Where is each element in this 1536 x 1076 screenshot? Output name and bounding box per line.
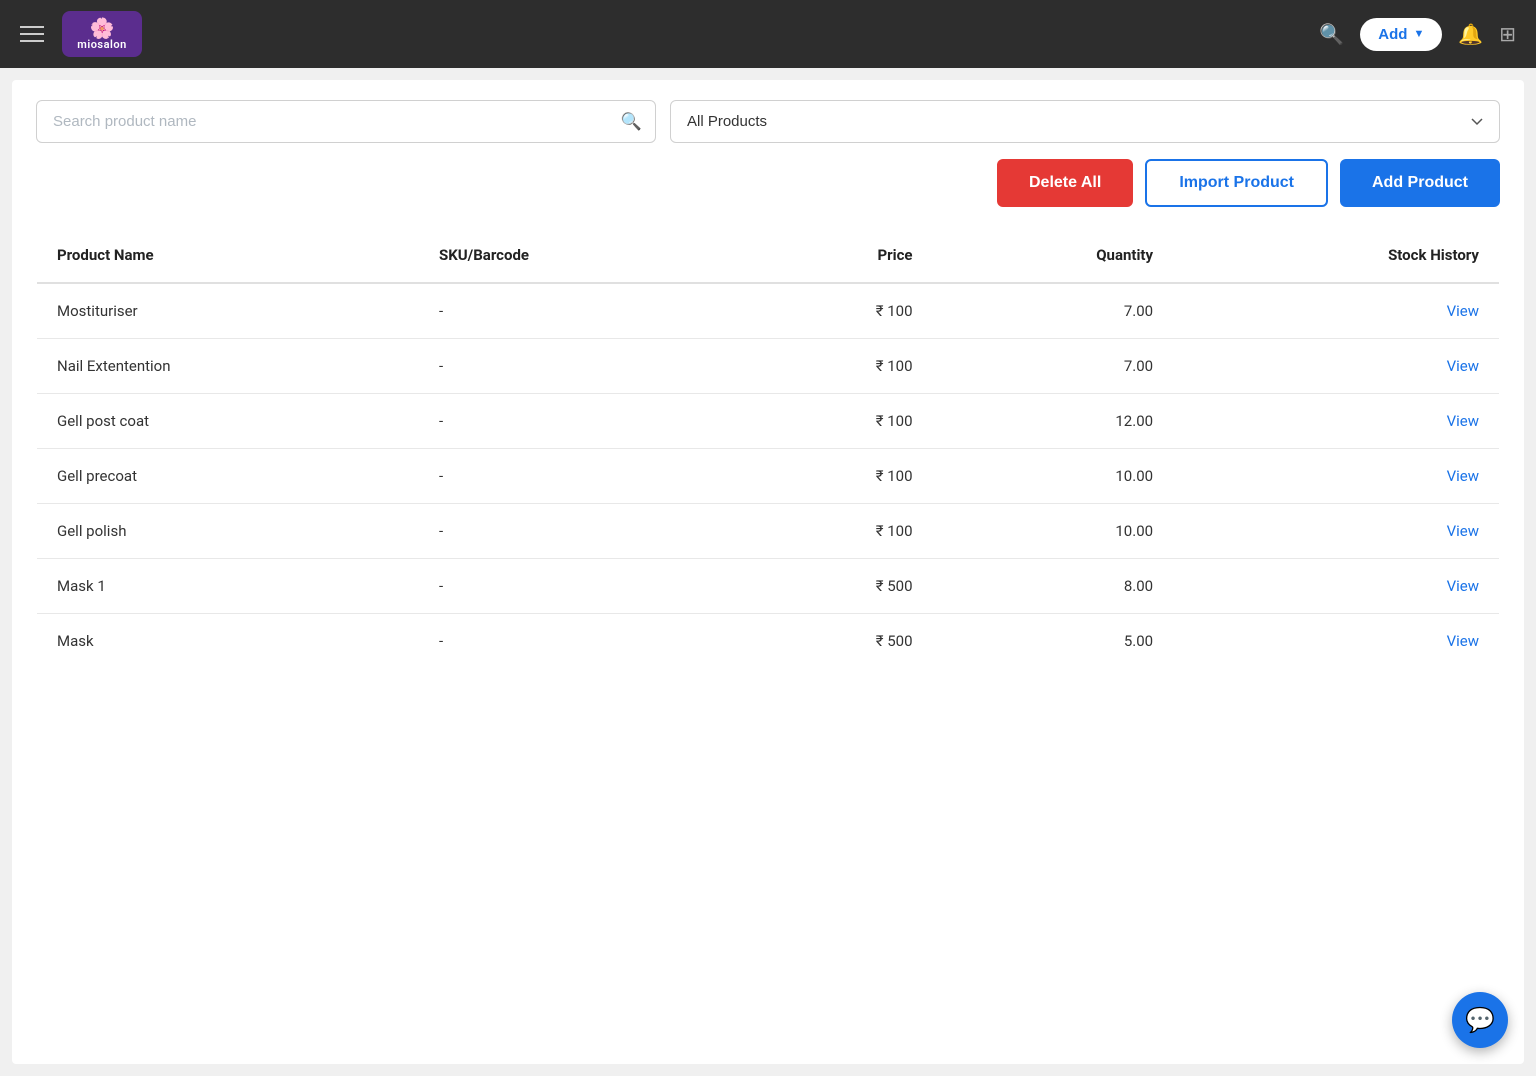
cell-sku: -	[419, 559, 742, 614]
cell-stock-history: View	[1173, 559, 1499, 614]
cell-quantity: 7.00	[933, 339, 1174, 394]
cell-product-name: Nail Extentention	[37, 339, 420, 394]
view-stock-link[interactable]: View	[1447, 522, 1479, 540]
table-row: Gell post coat - ₹ 100 12.00 View	[37, 394, 1500, 449]
cell-stock-history: View	[1173, 283, 1499, 339]
view-stock-link[interactable]: View	[1447, 302, 1479, 320]
cell-product-name: Gell post coat	[37, 394, 420, 449]
cell-stock-history: View	[1173, 339, 1499, 394]
cell-sku: -	[419, 394, 742, 449]
header: 🌸 miosalon 🔍 Add ▼ 🔔 ⊞	[0, 0, 1536, 68]
cell-quantity: 8.00	[933, 559, 1174, 614]
view-stock-link[interactable]: View	[1447, 412, 1479, 430]
logo-text: miosalon	[77, 38, 126, 51]
table-body: Mostituriser - ₹ 100 7.00 View Nail Exte…	[37, 283, 1500, 669]
cell-sku: -	[419, 449, 742, 504]
view-stock-link[interactable]: View	[1447, 632, 1479, 650]
logo-icon: 🌸	[90, 18, 115, 38]
cell-stock-history: View	[1173, 614, 1499, 669]
cell-sku: -	[419, 504, 742, 559]
cell-quantity: 12.00	[933, 394, 1174, 449]
search-input[interactable]	[36, 100, 656, 143]
add-product-button[interactable]: Add Product	[1340, 159, 1500, 207]
header-add-label: Add	[1378, 26, 1407, 43]
cell-quantity: 5.00	[933, 614, 1174, 669]
table-row: Gell polish - ₹ 100 10.00 View	[37, 504, 1500, 559]
chevron-down-icon: ▼	[1413, 28, 1424, 40]
grid-icon[interactable]: ⊞	[1499, 22, 1516, 46]
cell-stock-history: View	[1173, 504, 1499, 559]
search-icon: 🔍	[621, 112, 642, 132]
main-content: 🔍 All Products Active Inactive Delete Al…	[12, 80, 1524, 1064]
col-header-price: Price	[742, 228, 933, 284]
cell-product-name: Mask 1	[37, 559, 420, 614]
col-header-stock-history: Stock History	[1173, 228, 1499, 284]
header-right: 🔍 Add ▼ 🔔 ⊞	[1319, 18, 1516, 51]
import-product-button[interactable]: Import Product	[1145, 159, 1328, 207]
header-left: 🌸 miosalon	[20, 11, 142, 57]
cell-product-name: Gell precoat	[37, 449, 420, 504]
col-header-product-name: Product Name	[37, 228, 420, 284]
all-products-dropdown[interactable]: All Products Active Inactive	[670, 100, 1500, 143]
cell-quantity: 10.00	[933, 504, 1174, 559]
header-search-button[interactable]: 🔍	[1319, 22, 1344, 47]
products-table: Product Name SKU/Barcode Price Quantity …	[36, 227, 1500, 669]
cell-stock-history: View	[1173, 449, 1499, 504]
cell-stock-history: View	[1173, 394, 1499, 449]
table-row: Mostituriser - ₹ 100 7.00 View	[37, 283, 1500, 339]
cell-quantity: 7.00	[933, 283, 1174, 339]
cell-price: ₹ 100	[742, 283, 933, 339]
cell-sku: -	[419, 283, 742, 339]
table-header-row: Product Name SKU/Barcode Price Quantity …	[37, 228, 1500, 284]
notification-bell-icon[interactable]: 🔔	[1458, 22, 1483, 46]
cell-sku: -	[419, 614, 742, 669]
cell-price: ₹ 500	[742, 559, 933, 614]
toolbar-row: 🔍 All Products Active Inactive	[36, 100, 1500, 143]
cell-quantity: 10.00	[933, 449, 1174, 504]
view-stock-link[interactable]: View	[1447, 467, 1479, 485]
cell-price: ₹ 500	[742, 614, 933, 669]
cell-price: ₹ 100	[742, 394, 933, 449]
action-row: Delete All Import Product Add Product	[36, 159, 1500, 207]
delete-all-button[interactable]: Delete All	[997, 159, 1133, 207]
cell-sku: -	[419, 339, 742, 394]
cell-price: ₹ 100	[742, 449, 933, 504]
header-add-button[interactable]: Add ▼	[1360, 18, 1442, 51]
cell-price: ₹ 100	[742, 504, 933, 559]
view-stock-link[interactable]: View	[1447, 357, 1479, 375]
table-row: Mask 1 - ₹ 500 8.00 View	[37, 559, 1500, 614]
table-header: Product Name SKU/Barcode Price Quantity …	[37, 228, 1500, 284]
cell-product-name: Mask	[37, 614, 420, 669]
table-row: Gell precoat - ₹ 100 10.00 View	[37, 449, 1500, 504]
search-container: 🔍	[36, 100, 656, 143]
table-row: Mask - ₹ 500 5.00 View	[37, 614, 1500, 669]
chat-icon: 💬	[1465, 1006, 1495, 1034]
chat-fab-button[interactable]: 💬	[1452, 992, 1508, 1048]
cell-product-name: Gell polish	[37, 504, 420, 559]
col-header-quantity: Quantity	[933, 228, 1174, 284]
view-stock-link[interactable]: View	[1447, 577, 1479, 595]
logo[interactable]: 🌸 miosalon	[62, 11, 142, 57]
table-row: Nail Extentention - ₹ 100 7.00 View	[37, 339, 1500, 394]
col-header-sku: SKU/Barcode	[419, 228, 742, 284]
hamburger-menu[interactable]	[20, 26, 44, 42]
cell-product-name: Mostituriser	[37, 283, 420, 339]
cell-price: ₹ 100	[742, 339, 933, 394]
